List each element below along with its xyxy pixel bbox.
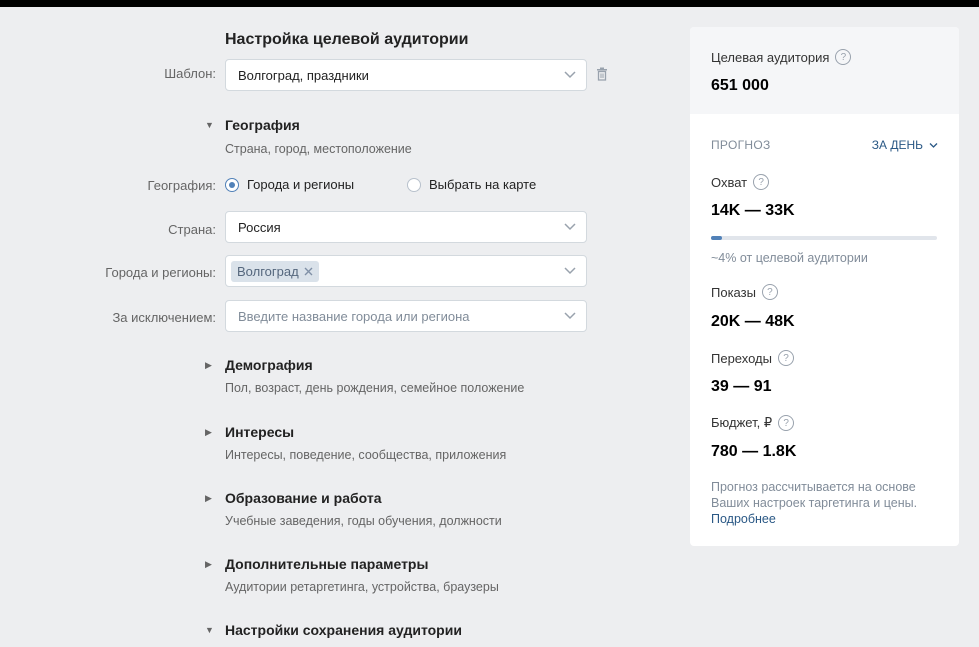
country-value: Россия xyxy=(238,219,281,235)
chevron-down-icon xyxy=(564,267,576,275)
section-title-education[interactable]: Образование и работа xyxy=(225,490,381,506)
reach-label-row: Охват ? xyxy=(711,174,770,190)
reach-value: 14K — 33K xyxy=(711,202,795,219)
section-title-geography[interactable]: География xyxy=(225,117,300,133)
forecast-footnote: Прогноз рассчитывается на основе Ваших н… xyxy=(711,479,941,527)
except-label: За исключением: xyxy=(112,310,216,325)
forecast-panel: Целевая аудитория ? 651 000 ПРОГНОЗ ЗА Д… xyxy=(690,27,959,546)
chevron-down-icon xyxy=(564,312,576,320)
audience-label: Целевая аудитория xyxy=(711,49,830,65)
radio-map[interactable]: Выбрать на карте xyxy=(407,177,536,192)
section-title-interests[interactable]: Интересы xyxy=(225,424,294,440)
period-label: ЗА ДЕНЬ xyxy=(871,138,923,152)
help-icon[interactable]: ? xyxy=(777,350,794,366)
radio-cities[interactable]: Города и регионы xyxy=(225,177,354,192)
impressions-label-row: Показы ? xyxy=(711,284,778,300)
help-icon[interactable]: ? xyxy=(761,284,778,300)
reach-label: Охват xyxy=(711,174,748,190)
template-label: Шаблон: xyxy=(164,66,216,81)
geography-mode-label: География: xyxy=(147,178,216,193)
section-expanded-arrow-icon[interactable]: ▼ xyxy=(205,120,214,130)
reach-progress-bar xyxy=(711,236,937,240)
cities-label: Города и регионы: xyxy=(105,265,216,280)
impressions-value: 20K — 48K xyxy=(711,313,795,330)
section-subtitle-geography: Страна, город, местоположение xyxy=(225,142,412,156)
footnote-text: Прогноз рассчитывается на основе Ваших н… xyxy=(711,480,918,510)
cities-select[interactable]: Волгоград xyxy=(225,255,587,287)
country-select[interactable]: Россия xyxy=(225,211,587,243)
section-title-save-settings[interactable]: Настройки сохранения аудитории xyxy=(225,622,462,638)
except-input[interactable]: Введите название города или региона xyxy=(225,300,587,332)
help-icon[interactable]: ? xyxy=(753,174,770,190)
trash-icon[interactable] xyxy=(596,67,608,81)
except-placeholder: Введите название города или региона xyxy=(238,308,470,324)
audience-summary xyxy=(690,27,959,114)
clicks-label-row: Переходы ? xyxy=(711,350,794,366)
section-collapsed-arrow-icon[interactable]: ▶ xyxy=(205,493,212,504)
page-title: Настройка целевой аудитории xyxy=(225,31,469,48)
section-title-additional[interactable]: Дополнительные параметры xyxy=(225,556,428,572)
forecast-label: ПРОГНОЗ xyxy=(711,138,771,152)
country-label: Страна: xyxy=(168,222,216,237)
section-collapsed-arrow-icon[interactable]: ▶ xyxy=(205,360,212,371)
period-dropdown[interactable]: ЗА ДЕНЬ xyxy=(872,138,938,152)
budget-value: 780 — 1.8K xyxy=(711,443,797,460)
section-subtitle-interests: Интересы, поведение, сообщества, приложе… xyxy=(225,448,507,462)
chevron-down-icon xyxy=(929,142,938,148)
audience-label-row: Целевая аудитория ? xyxy=(711,49,852,65)
chevron-down-icon xyxy=(564,223,576,231)
audience-value: 651 000 xyxy=(711,77,769,94)
section-expanded-arrow-icon[interactable]: ▼ xyxy=(205,625,214,635)
chevron-down-icon xyxy=(564,71,576,79)
section-collapsed-arrow-icon[interactable]: ▶ xyxy=(205,427,212,438)
radio-map-label: Выбрать на карте xyxy=(429,177,537,192)
clicks-label: Переходы xyxy=(711,350,772,366)
template-value: Волгоград, праздники xyxy=(238,67,369,83)
help-icon[interactable]: ? xyxy=(835,49,852,65)
radio-cities-label: Города и регионы xyxy=(247,177,355,192)
reach-note: ~4% от целевой аудитории xyxy=(711,251,868,265)
radio-unchecked-icon xyxy=(407,177,421,192)
reach-progress-fill xyxy=(711,236,723,240)
city-token-label: Волгоград xyxy=(237,263,299,279)
budget-label: Бюджет, ₽ xyxy=(711,415,773,430)
section-title-demography[interactable]: Демография xyxy=(225,357,313,373)
audience-settings-page: Настройка целевой аудитории Шаблон: Волг… xyxy=(0,7,979,647)
section-subtitle-demography: Пол, возраст, день рождения, семейное по… xyxy=(225,381,525,395)
remove-token-icon[interactable] xyxy=(304,267,313,276)
impressions-label: Показы xyxy=(711,284,756,300)
budget-label-row: Бюджет, ₽ ? xyxy=(711,415,795,431)
template-select[interactable]: Волгоград, праздники xyxy=(225,59,587,91)
more-link[interactable]: Подробнее xyxy=(711,512,776,526)
section-subtitle-education: Учебные заведения, годы обучения, должно… xyxy=(225,514,502,528)
clicks-value: 39 — 91 xyxy=(711,378,772,395)
city-token: Волгоград xyxy=(231,260,319,282)
radio-checked-icon xyxy=(225,177,239,192)
section-collapsed-arrow-icon[interactable]: ▶ xyxy=(205,559,212,570)
help-icon[interactable]: ? xyxy=(778,415,795,431)
section-subtitle-additional: Аудитории ретаргетинга, устройства, брау… xyxy=(225,580,499,594)
